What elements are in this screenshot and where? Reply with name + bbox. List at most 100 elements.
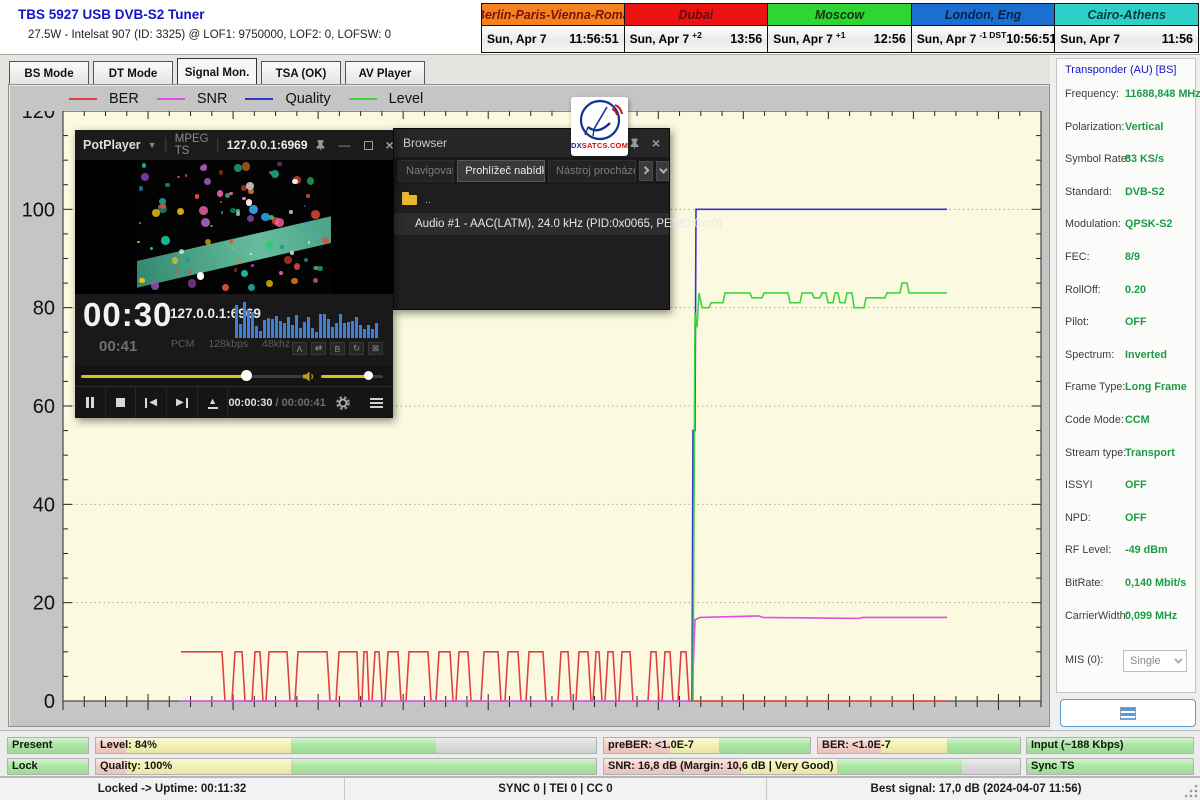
clock-time-row: Sun, Apr 7-1 DST10:56:51 — [912, 26, 1055, 52]
spectrum-bar — [335, 323, 338, 338]
chevron-down-icon: ▼ — [148, 140, 157, 150]
bitrate-label: 128kbps — [208, 338, 248, 350]
legend-item-quality: Quality — [245, 91, 330, 107]
clock-time-row: Sun, Apr 7+112:56 — [768, 26, 911, 52]
confetti-dot — [304, 258, 308, 262]
clock-time-row: Sun, Apr 711:56 — [1055, 26, 1198, 52]
stream-list-button[interactable] — [1060, 699, 1196, 727]
potplayer-titlebar[interactable]: PotPlayer ▼ | MPEG TS | 127.0.0.1:6969 —… — [75, 130, 393, 160]
spectrum-bar — [279, 321, 282, 338]
seek-knob[interactable] — [241, 370, 252, 381]
close-icon[interactable]: × — [652, 136, 660, 150]
potplayer-menu[interactable]: PotPlayer — [83, 138, 141, 152]
top-bar: TBS 5927 USB DVB-S2 Tuner 27.5W - Intels… — [0, 0, 1200, 55]
repeat-button[interactable]: ↻ — [349, 342, 364, 355]
menu-button[interactable] — [359, 398, 393, 408]
chevron-down-icon — [1174, 655, 1182, 663]
spectrum-bar — [311, 328, 314, 338]
ab-point-a-button[interactable]: A — [292, 342, 307, 355]
signal-bars-panel: PresentLevel: 84%preBER: <1.0E-7BER: <1.… — [0, 730, 1200, 777]
pin-icon[interactable] — [315, 139, 326, 151]
spectrum-bar — [351, 321, 354, 338]
transponder-field-row: ISSYIOFF — [1065, 479, 1191, 494]
speaker-icon[interactable] — [303, 371, 315, 382]
spectrum-bar — [299, 328, 302, 338]
ab-swap-button[interactable]: ⇄ — [311, 342, 326, 355]
clock-city-label: Cairo-Athens — [1055, 4, 1198, 26]
field-value: OFF — [1125, 512, 1147, 524]
transponder-field-row: Pilot:OFF — [1065, 316, 1191, 331]
pin-icon[interactable] — [629, 138, 640, 149]
signal-bar-label: Quality: 100% — [100, 760, 172, 772]
volume-knob[interactable] — [364, 371, 373, 380]
spectrum-bar — [247, 310, 250, 338]
clock-utc-offset: +2 — [692, 30, 702, 40]
spectrum-bar — [239, 324, 242, 338]
svg-text:100: 100 — [22, 199, 55, 221]
stream-type-label: MPEG TS — [175, 133, 209, 157]
confetti-dot — [165, 183, 169, 187]
tab-scroll-right-button[interactable] — [639, 161, 653, 181]
svg-text:60: 60 — [33, 396, 55, 418]
field-value: Vertical — [1125, 121, 1163, 133]
maximize-icon[interactable] — [364, 141, 373, 150]
minimize-icon[interactable]: — — [339, 139, 351, 151]
settings-button[interactable] — [326, 395, 360, 411]
pause-button[interactable] — [75, 387, 106, 418]
field-value: 0,099 MHz — [1125, 610, 1177, 622]
signal-bar-label: Sync TS — [1031, 760, 1074, 772]
tab-prohlizec-nabidky[interactable]: Prohlížeč nabídky — [457, 160, 545, 182]
tab-navigovat[interactable]: Navigovat — [398, 160, 454, 182]
signal-bar-label: Lock — [12, 760, 38, 772]
field-label: NPD: — [1065, 512, 1091, 527]
field-value: 0.20 — [1125, 284, 1146, 296]
legend-label: Quality — [285, 91, 330, 107]
spectrum-bar — [319, 314, 322, 339]
seek-bar[interactable] — [81, 375, 309, 378]
browser-tab-strip: Navigovat Prohlížeč nabídky Nástroj proc… — [394, 157, 669, 185]
volume-bar[interactable] — [321, 375, 383, 378]
eject-button[interactable]: ▲ — [198, 387, 229, 418]
fullscreen-button[interactable]: ⊠ — [368, 342, 383, 355]
spectrum-bar — [303, 322, 306, 338]
tab-list-button[interactable] — [656, 161, 670, 181]
parent-folder-row[interactable]: .. — [402, 191, 669, 209]
spectrum-bar — [291, 325, 294, 338]
video-ribbon-graphic — [137, 206, 331, 292]
clock-cell: MoscowSun, Apr 7+112:56 — [768, 3, 912, 53]
confetti-dot — [242, 162, 251, 171]
transponder-field-row: Frequency:11688,848 MHz — [1065, 88, 1191, 103]
close-icon[interactable]: × — [386, 138, 394, 152]
mis-dropdown[interactable]: Single — [1123, 650, 1187, 672]
field-label: BitRate: — [1065, 577, 1103, 592]
resize-grip-icon[interactable] — [1185, 785, 1198, 798]
confetti-dot — [199, 206, 208, 215]
audio-track-row[interactable]: Audio #1 - AAC(LATM), 24.0 kHz (PID:0x00… — [394, 213, 669, 235]
spectrum-bar — [263, 320, 266, 338]
signal-bar: Quality: 100% — [95, 758, 597, 775]
confetti-dot — [222, 284, 229, 291]
confetti-dot — [311, 210, 320, 219]
clock-time-row: Sun, Apr 711:56:51 — [482, 26, 624, 52]
confetti-dot — [217, 190, 224, 197]
mode-tabs: BS ModeDT ModeSignal Mon.TSA (OK)AV Play… — [9, 57, 425, 87]
tab-nastroj-prochazeni[interactable]: Nástroj procházení tit... — [548, 160, 636, 182]
tab-signal-mon[interactable]: Signal Mon. — [177, 58, 257, 87]
transponder-field-row: Frame Type:Long Frame — [1065, 381, 1191, 396]
legend-item-snr: SNR — [157, 91, 228, 107]
signal-bar-label: Level: 84% — [100, 739, 157, 751]
clock-date: Sun, Apr 7 — [773, 32, 833, 46]
ab-point-b-button[interactable]: B — [330, 342, 345, 355]
confetti-dot — [139, 186, 144, 191]
field-value: Long Frame — [1125, 381, 1187, 393]
field-value: DVB-S2 — [1125, 186, 1165, 198]
chart-legend: BERSNRQualityLevel — [69, 88, 423, 110]
clock-time: 13:56 — [730, 32, 762, 46]
next-button[interactable]: ▶ — [167, 387, 198, 418]
previous-button[interactable]: ◀ — [136, 387, 167, 418]
transponder-field-row: RF Level:-49 dBm — [1065, 544, 1191, 559]
video-area[interactable] — [75, 160, 393, 294]
confetti-dot — [185, 174, 187, 176]
stop-button[interactable] — [106, 387, 137, 418]
confetti-dot — [275, 218, 284, 227]
